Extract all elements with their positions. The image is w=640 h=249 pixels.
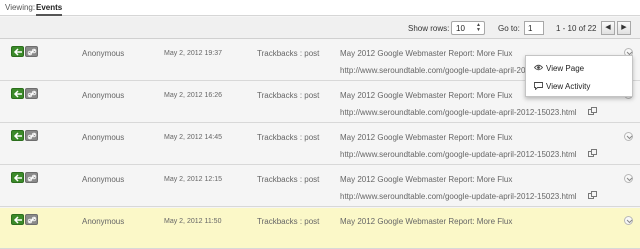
external-link-icon[interactable] xyxy=(588,107,597,115)
eye-icon xyxy=(534,64,543,71)
row-type: Trackbacks : post xyxy=(257,217,320,226)
show-rows-label: Show rows: xyxy=(408,24,450,33)
next-page-button[interactable]: ▶ xyxy=(617,21,631,35)
row-user: Anonymous xyxy=(82,49,125,58)
go-back-icon[interactable] xyxy=(11,88,24,99)
chevron-right-icon: ▶ xyxy=(621,24,627,31)
row-user: Anonymous xyxy=(82,91,125,100)
external-link-icon[interactable] xyxy=(588,149,597,157)
link-icon[interactable] xyxy=(25,172,38,183)
row-url[interactable]: http://www.seroundtable.com/google-updat… xyxy=(340,150,577,159)
go-back-icon[interactable] xyxy=(11,130,24,141)
table-row: Anonymous May 2, 2012 14:45 Trackbacks :… xyxy=(0,124,640,165)
row-date: May 2, 2012 19:37 xyxy=(164,50,222,57)
menu-item-view-page[interactable]: View Page xyxy=(526,59,632,77)
select-arrows-icon: ▲ ▼ xyxy=(476,22,481,33)
table-row: Anonymous May 2, 2012 12:15 Trackbacks :… xyxy=(0,166,640,207)
prev-page-button[interactable]: ◀ xyxy=(601,21,615,35)
go-back-icon[interactable] xyxy=(11,46,24,57)
row-user: Anonymous xyxy=(82,175,125,184)
row-title: May 2012 Google Webmaster Report: More F… xyxy=(340,49,513,58)
row-url[interactable]: http://www.seroundtable.com/google-updat… xyxy=(340,192,577,201)
view-bar: Viewing: Events xyxy=(0,0,640,16)
table-toolbar: Show rows: 10 ▲ ▼ Go to: 1 1 - 10 of 22 ◀… xyxy=(0,17,640,39)
show-rows-value: 10 xyxy=(456,24,465,33)
table-row: Anonymous May 2, 2012 11:50 Trackbacks :… xyxy=(0,208,640,249)
goto-label: Go to: xyxy=(498,24,520,33)
row-date: May 2, 2012 16:26 xyxy=(164,92,222,99)
row-title: May 2012 Google Webmaster Report: More F… xyxy=(340,133,513,142)
go-back-icon[interactable] xyxy=(11,172,24,183)
row-url[interactable]: http://www.seroundtable.com/google-updat… xyxy=(340,66,525,75)
row-type: Trackbacks : post xyxy=(257,91,320,100)
row-title: May 2012 Google Webmaster Report: More F… xyxy=(340,175,513,184)
external-link-icon[interactable] xyxy=(588,191,597,199)
row-type: Trackbacks : post xyxy=(257,175,320,184)
link-icon[interactable] xyxy=(25,214,38,225)
goto-input[interactable]: 1 xyxy=(524,21,544,35)
link-icon[interactable] xyxy=(25,46,38,57)
row-type: Trackbacks : post xyxy=(257,49,320,58)
row-url[interactable]: http://www.seroundtable.com/google-updat… xyxy=(340,108,577,117)
row-menu-chevron-icon[interactable] xyxy=(624,216,633,225)
row-title: May 2012 Google Webmaster Report: More F… xyxy=(340,91,513,100)
row-date: May 2, 2012 12:15 xyxy=(164,176,222,183)
menu-label-view-activity: View Activity xyxy=(546,82,591,91)
go-back-icon[interactable] xyxy=(11,214,24,225)
row-date: May 2, 2012 14:45 xyxy=(164,134,222,141)
tab-events[interactable]: Events xyxy=(36,3,63,16)
row-user: Anonymous xyxy=(82,217,125,226)
speech-bubble-icon xyxy=(534,82,543,90)
range-text: 1 - 10 of 22 xyxy=(556,24,597,33)
row-user: Anonymous xyxy=(82,133,125,142)
row-menu-chevron-icon[interactable] xyxy=(624,174,633,183)
row-menu-chevron-icon[interactable] xyxy=(624,132,633,141)
row-context-menu: View Page View Activity xyxy=(525,55,633,97)
menu-label-view-page: View Page xyxy=(546,64,585,73)
viewing-label: Viewing: xyxy=(5,3,36,12)
row-date: May 2, 2012 11:50 xyxy=(164,218,222,225)
menu-item-view-activity[interactable]: View Activity xyxy=(526,77,632,95)
show-rows-select[interactable]: 10 ▲ ▼ xyxy=(451,21,485,35)
row-title: May 2012 Google Webmaster Report: More F… xyxy=(340,217,513,226)
chevron-left-icon: ◀ xyxy=(605,24,611,31)
link-icon[interactable] xyxy=(25,88,38,99)
row-type: Trackbacks : post xyxy=(257,133,320,142)
link-icon[interactable] xyxy=(25,130,38,141)
